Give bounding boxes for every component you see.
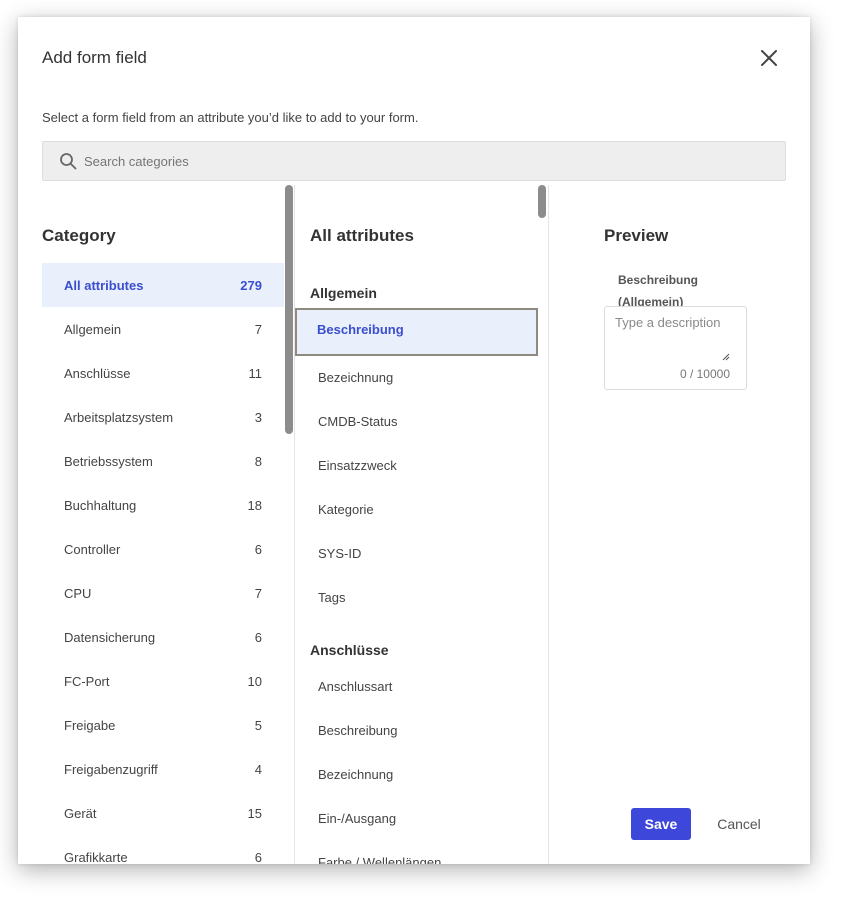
category-label: Freigabe (64, 717, 116, 733)
category-item[interactable]: Arbeitsplatzsystem 3 (42, 395, 284, 439)
category-item[interactable]: Anschlüsse 11 (42, 351, 284, 395)
category-item[interactable]: CPU 7 (42, 571, 284, 615)
category-count: 7 (254, 585, 262, 601)
category-count: 6 (254, 541, 262, 557)
attribute-list: Allgemein Beschreibung Bezeichnung CMDB-Sta… (295, 278, 538, 864)
category-label: Betriebssystem (64, 453, 153, 469)
cancel-button[interactable]: Cancel (708, 808, 770, 840)
category-item[interactable]: Controller 6 (42, 527, 284, 571)
category-label: Arbeitsplatzsystem (64, 409, 174, 425)
attribute-item[interactable]: CMDB-Status (295, 400, 538, 444)
category-label: Freigabenzugriff (64, 761, 158, 777)
category-item[interactable]: Freigabe 5 (42, 703, 284, 747)
add-form-field-dialog: Add form field Select a form field from … (18, 17, 810, 864)
attribute-item[interactable]: Ein-/Ausgang (295, 797, 538, 841)
category-label: Allgemein (64, 321, 122, 337)
category-label: Anschlüsse (64, 365, 131, 381)
attribute-item[interactable]: Bezeichnung (295, 753, 538, 797)
close-button[interactable] (756, 45, 782, 71)
attribute-item[interactable]: Farbe / Wellenlängen (295, 841, 538, 864)
category-label: Controller (64, 541, 121, 557)
category-count: 6 (254, 849, 262, 865)
category-heading: Category (42, 226, 116, 245)
attributes-heading: All attributes (310, 226, 414, 245)
dialog-subtitle: Select a form field from an attribute yo… (42, 110, 419, 125)
category-label: Grafikkarte (64, 849, 128, 865)
attribute-item[interactable]: Beschreibung (295, 709, 538, 753)
description-textarea[interactable] (615, 315, 729, 361)
category-label: Gerät (64, 805, 97, 821)
category-item[interactable]: Buchhaltung 18 (42, 483, 284, 527)
category-item[interactable]: Grafikkarte 6 (42, 835, 284, 865)
category-label: Datensicherung (64, 629, 156, 645)
category-count: 7 (254, 321, 262, 337)
category-label: CPU (64, 585, 92, 601)
category-item[interactable]: Datensicherung 6 (42, 615, 284, 659)
close-icon (761, 50, 777, 66)
category-item[interactable]: FC-Port 10 (42, 659, 284, 703)
category-label: Buchhaltung (64, 497, 137, 513)
category-count: 3 (254, 409, 262, 425)
category-item[interactable]: Allgemein 7 (42, 307, 284, 351)
dialog-title: Add form field (42, 48, 147, 67)
category-count: 18 (247, 497, 262, 513)
character-counter: 0 / 10000 (679, 367, 730, 381)
attributes-column: All attributes Allgemein Beschreibung Beze… (295, 185, 548, 864)
category-count: 10 (247, 673, 262, 689)
category-count: 5 (254, 717, 262, 733)
attribute-item[interactable]: Anschlussart (295, 665, 538, 709)
attribute-item[interactable]: Bezeichnung (295, 356, 538, 400)
category-count: 15 (247, 805, 262, 821)
attribute-group-heading: Anschlüsse (310, 642, 389, 658)
category-item[interactable]: Betriebssystem 8 (42, 439, 284, 483)
search-bar (42, 141, 786, 181)
preview-heading: Preview (604, 226, 669, 245)
category-scrollbar[interactable] (285, 185, 293, 434)
attribute-item-selected[interactable]: Beschreibung (295, 308, 538, 356)
category-count: 4 (254, 761, 262, 777)
category-count: 8 (254, 453, 262, 469)
attribute-group-heading: Allgemein (310, 285, 377, 301)
category-count: 6 (254, 629, 262, 645)
search-input[interactable] (84, 142, 764, 180)
category-count: 279 (240, 277, 262, 293)
category-item[interactable]: Freigabenzugriff 4 (42, 747, 284, 791)
attribute-item[interactable]: SYS-ID (295, 532, 538, 576)
search-icon (60, 153, 77, 170)
category-list: All attributes 279 Allgemein 7 Anschlüsse 11 A… (42, 263, 284, 864)
preview-column: Preview Beschreibung (Allgemein) 0 / 100… (549, 185, 810, 864)
attributes-scrollbar[interactable] (538, 185, 546, 218)
attribute-item[interactable]: Tags (295, 576, 538, 620)
attribute-item[interactable]: Kategorie (295, 488, 538, 532)
resize-handle-icon[interactable] (720, 351, 730, 361)
category-column: Category All attributes 279 Allgemein 7 Ansc… (42, 185, 293, 864)
save-button[interactable]: Save (631, 808, 691, 840)
preview-textarea-box: 0 / 10000 (604, 306, 747, 390)
category-label: All attributes (64, 277, 144, 293)
category-item[interactable]: Gerät 15 (42, 791, 284, 835)
category-item[interactable]: All attributes 279 (42, 263, 284, 307)
category-label: FC-Port (64, 673, 110, 689)
category-count: 11 (248, 365, 263, 381)
attribute-item[interactable]: Einsatzzweck (295, 444, 538, 488)
